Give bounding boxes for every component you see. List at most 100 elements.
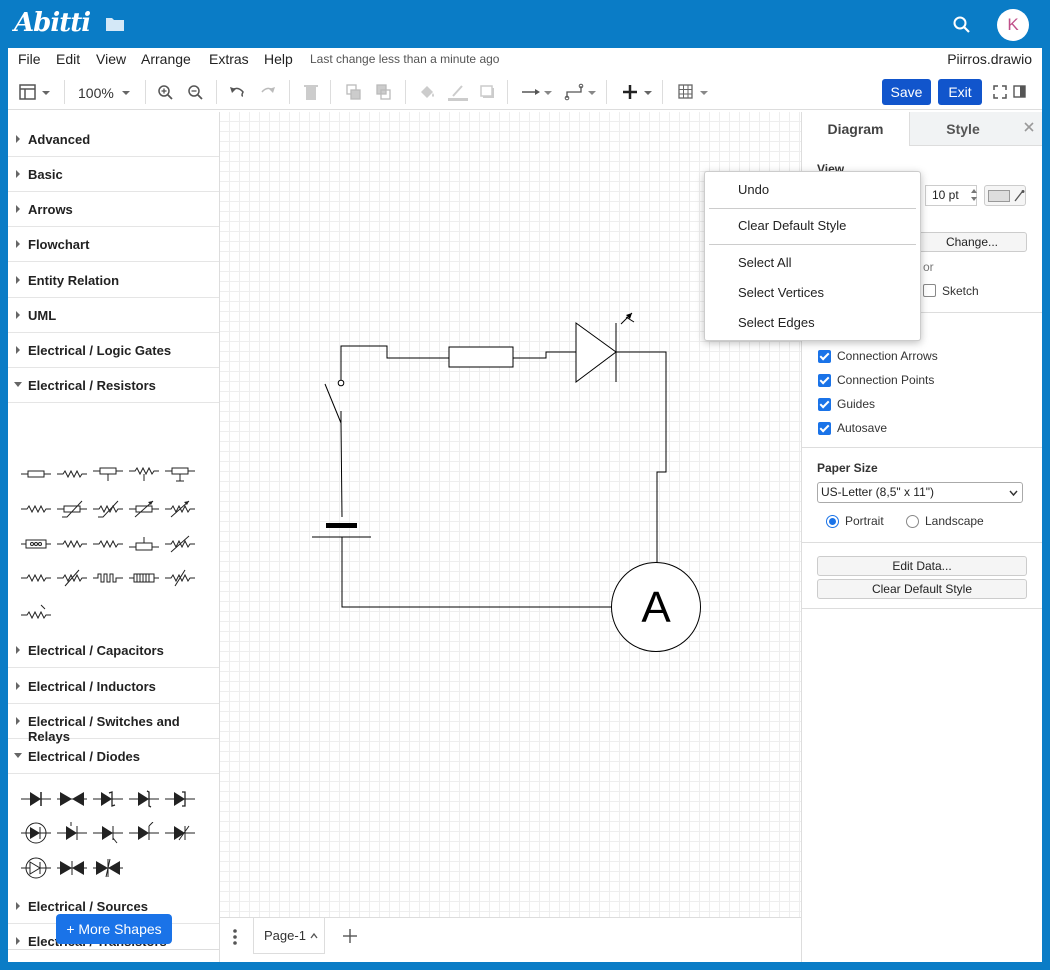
battery-symbol[interactable] [312,523,371,538]
menu-file[interactable]: File [18,51,41,67]
sketch-checkbox[interactable] [923,284,936,297]
waypoints-icon[interactable] [564,82,598,102]
scr-shape[interactable] [129,822,159,844]
zigzag-tap-shape[interactable] [57,533,87,555]
sidebar-section-logic-gates[interactable]: Electrical / Logic Gates [8,333,219,368]
delete-icon[interactable] [303,82,319,102]
insert-plus-icon[interactable] [620,82,654,102]
led-symbol[interactable] [575,312,635,383]
ctx-select-vertices[interactable]: Select Vertices [738,285,824,300]
ctx-select-all[interactable]: Select All [738,255,791,270]
undo-icon[interactable] [228,82,246,102]
bidirectional-diode-shape[interactable] [93,857,123,879]
ctx-clear-default-style[interactable]: Clear Default Style [738,218,846,233]
ctx-undo[interactable]: Undo [738,182,769,197]
varistor-shape[interactable] [93,498,123,520]
resistor-array-shape[interactable] [21,533,51,555]
potentiometer-zigzag-shape[interactable] [129,463,159,485]
heater-shape[interactable] [129,533,159,555]
landscape-radio[interactable] [906,515,919,528]
variable-resistor-shape[interactable] [129,498,159,520]
diode-shape[interactable] [21,788,51,810]
paper-size-select[interactable]: US-Letter (8,5" x 11") [817,482,1023,503]
zener-diode-shape[interactable] [129,788,159,810]
resistor-variable-shape[interactable] [21,498,51,520]
add-page-icon[interactable] [342,928,358,947]
resistor-zigzag-shape[interactable] [57,463,87,485]
zigzag-crossed-shape[interactable] [165,567,195,589]
sidebar-section-inductors[interactable]: Electrical / Inductors [8,669,219,704]
tab-style[interactable]: Style [909,112,1016,146]
table-icon[interactable] [676,82,710,102]
photoresistor-shape[interactable] [21,602,51,624]
chevron-up-icon[interactable] [310,932,318,940]
guides-checkbox[interactable] [818,398,831,411]
sidebar-section-arrows[interactable]: Arrows [8,192,219,227]
zigzag-resistor-shape[interactable] [21,567,51,589]
sidebar-section-uml[interactable]: UML [8,298,219,333]
line-color-icon[interactable] [447,82,469,102]
fill-color-icon[interactable] [417,82,437,102]
square-wave-resistor-shape[interactable] [93,567,123,589]
portrait-radio[interactable] [826,515,839,528]
coil-resistor-shape[interactable] [129,567,159,589]
user-avatar[interactable]: K [997,9,1029,41]
sidebar-section-advanced[interactable]: Advanced [8,122,219,157]
connection-arrow-icon[interactable] [520,82,554,102]
variable-zigzag-shape[interactable] [165,498,195,520]
folder-icon[interactable] [105,16,125,32]
last-change-status[interactable]: Last change less than a minute ago [310,52,499,66]
connection-points-checkbox[interactable] [818,374,831,387]
change-background-button[interactable]: Change... [917,232,1027,252]
autosave-checkbox[interactable] [818,422,831,435]
led-circle-shape[interactable] [21,857,51,879]
clear-default-style-button[interactable]: Clear Default Style [817,579,1027,599]
redo-icon[interactable] [259,82,277,102]
sidebar-section-diodes[interactable]: Electrical / Diodes [8,739,219,774]
tunnel-diode-shape[interactable] [165,788,195,810]
file-name[interactable]: Piirros.drawio [947,51,1032,67]
grid-size-stepper-icon[interactable] [969,186,979,207]
to-back-icon[interactable] [375,82,393,102]
grid-color-picker[interactable] [984,185,1026,206]
zoom-in-icon[interactable] [157,82,175,102]
menu-edit[interactable]: Edit [56,51,80,67]
resistor-shape[interactable] [21,463,51,485]
circuit-wires[interactable] [340,345,667,608]
edit-data-button[interactable]: Edit Data... [817,556,1027,576]
thyristor-shape[interactable] [93,822,123,844]
close-icon[interactable] [1022,120,1036,137]
sidebar-section-capacitors[interactable]: Electrical / Capacitors [8,633,219,668]
exit-button[interactable]: Exit [938,79,982,105]
variable-zigzag-shape[interactable] [165,533,195,555]
tab-diagram[interactable]: Diagram [802,112,909,146]
menu-extras[interactable]: Extras [209,51,249,67]
triac-shape[interactable] [57,857,87,879]
menu-arrange[interactable]: Arrange [141,51,191,67]
menu-view[interactable]: View [96,51,126,67]
varactor-diode-shape[interactable] [165,822,195,844]
zoom-dropdown-chevron-icon[interactable] [121,82,131,102]
search-icon[interactable] [952,15,972,35]
zigzag-sensor-shape[interactable] [57,567,87,589]
page-tab-1[interactable]: Page-1 [253,918,325,954]
format-panel-toggle-icon[interactable] [18,82,52,102]
zoom-out-icon[interactable] [187,82,205,102]
thermistor-shape[interactable] [57,498,87,520]
zigzag-dots-shape[interactable] [93,533,123,555]
to-front-icon[interactable] [345,82,363,102]
resistor-symbol[interactable] [448,346,514,368]
sidebar-section-entity-relation[interactable]: Entity Relation [8,263,219,298]
panel-toggle-icon[interactable] [1011,82,1029,102]
trimmer-shape[interactable] [165,463,195,485]
more-shapes-button[interactable]: + More Shapes [56,914,172,944]
diode-tap-shape[interactable] [57,822,87,844]
photodiode-shape[interactable] [21,822,51,844]
diac-shape[interactable] [57,788,87,810]
pages-menu-icon[interactable] [230,928,240,949]
save-button[interactable]: Save [882,79,931,105]
shadow-icon[interactable] [478,82,496,102]
potentiometer-shape[interactable] [93,463,123,485]
ammeter-symbol[interactable]: A [611,562,701,652]
zoom-level[interactable]: 100% [78,85,114,101]
